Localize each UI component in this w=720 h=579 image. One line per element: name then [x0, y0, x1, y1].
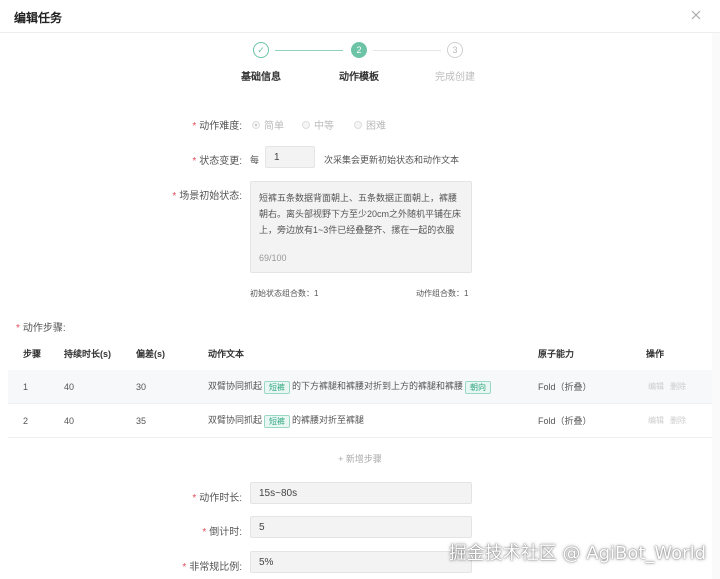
- state-change-label: * 状态变更:: [192, 156, 242, 167]
- col-duration: 持续时长(s): [64, 348, 111, 359]
- action-duration-label: * 动作时长:: [192, 493, 242, 504]
- initial-state-text: 短裤五条数据背面朝上、五条数据正面朝上，裤腰朝右。离头部视野下方至少20cm之外…: [259, 193, 462, 235]
- radio-easy[interactable]: 简单: [252, 117, 284, 132]
- object-tag[interactable]: 短裤: [264, 380, 291, 394]
- step-divider: [373, 50, 441, 51]
- state-change-prefix: 每: [250, 155, 260, 165]
- col-ability: 原子能力: [538, 348, 575, 359]
- action-duration-input[interactable]: 15s~80s: [250, 482, 472, 504]
- direction-tag[interactable]: 朝向: [465, 380, 492, 394]
- modal-header: 编辑任务: [0, 0, 720, 33]
- radio-hard[interactable]: 困难: [354, 117, 386, 132]
- row-deviation: 30: [136, 381, 147, 392]
- scrollbar[interactable]: [712, 33, 720, 579]
- add-step-button[interactable]: + 新增步骤: [8, 452, 712, 465]
- row-text: 双臂协同抓起 短裤 的裤腰对折至裤腿: [208, 414, 365, 428]
- row-duration: 40: [64, 415, 75, 426]
- table-row: 1 40 30 双臂协同抓起 短裤 的下方裤腿和裤腰对折到上方的裤腿和裤腰 朝向 Fo…: [8, 370, 712, 404]
- radio-medium[interactable]: 中等: [302, 117, 334, 132]
- initial-state-label: * 场景初始状态:: [172, 191, 242, 202]
- state-change-input[interactable]: 1: [265, 146, 315, 168]
- row-actions: 编辑 删除: [648, 415, 692, 426]
- modal-title: 编辑任务: [14, 11, 63, 25]
- abnormal-ratio-label: * 非常规比例:: [182, 562, 242, 573]
- delete-link[interactable]: 删除: [670, 416, 686, 425]
- row-step: 1: [23, 381, 29, 392]
- steps-indicator: ✓ 2 3 基础信息 动作模板 完成创建: [0, 42, 720, 83]
- countdown-label: * 倒计时:: [202, 527, 242, 538]
- delete-link[interactable]: 删除: [670, 382, 686, 391]
- state-change-suffix: 次采集会更新初始状态和动作文本: [324, 155, 460, 165]
- row-deviation: 35: [136, 415, 147, 426]
- row-text: 双臂协同抓起 短裤 的下方裤腿和裤腰对折到上方的裤腿和裤腰 朝向: [208, 379, 493, 394]
- step-3-circle: 3: [447, 42, 463, 58]
- col-text: 动作文本: [208, 348, 245, 359]
- initial-combo-count: 初始状态组合数：1: [250, 289, 319, 298]
- abnormal-ratio-select[interactable]: 5%: [250, 551, 472, 573]
- table-row: 2 40 35 双臂协同抓起 短裤 的裤腰对折至裤腿 Fold（折叠） 编辑 删除: [8, 404, 712, 438]
- step-1-label: 基础信息: [241, 72, 281, 83]
- countdown-input[interactable]: 5: [250, 516, 472, 538]
- watermark: 掘金技术社区 @ AgiBot_World: [448, 543, 706, 564]
- action-steps-table: 步骤 持续时长(s) 偏差(s) 动作文本 原子能力 操作 1 40 30 双臂…: [8, 342, 712, 465]
- action-combo-count: 动作组合数：1: [416, 289, 469, 298]
- step-2-circle: 2: [351, 42, 367, 58]
- row-ability: Fold（折叠）: [538, 416, 592, 426]
- difficulty-label: * 动作难度:: [192, 121, 242, 132]
- col-operation: 操作: [646, 348, 665, 359]
- edit-link[interactable]: 编辑: [648, 416, 664, 425]
- row-ability: Fold（折叠）: [538, 382, 592, 392]
- edit-link[interactable]: 编辑: [648, 382, 664, 391]
- col-step: 步骤: [23, 348, 42, 359]
- edit-task-modal: 编辑任务 ✓ 2 3 基础信息 动作模板 完成创建 * 动作难度: 简单 中等 困…: [0, 0, 720, 579]
- row-step: 2: [23, 415, 29, 426]
- col-deviation: 偏差(s): [136, 348, 165, 359]
- object-tag[interactable]: 短裤: [264, 414, 291, 428]
- step-3-label: 完成创建: [435, 72, 475, 83]
- row-actions: 编辑 删除: [648, 381, 692, 392]
- row-duration: 40: [64, 381, 75, 392]
- step-2-label: 动作模板: [339, 72, 379, 83]
- action-steps-label: * 动作步骤:: [16, 323, 66, 334]
- table-header: 步骤 持续时长(s) 偏差(s) 动作文本 原子能力 操作: [8, 342, 712, 364]
- step-divider: [275, 50, 343, 51]
- close-icon[interactable]: [690, 9, 702, 21]
- step-1-check-icon: ✓: [253, 42, 269, 58]
- char-counter: 69/100: [259, 253, 287, 263]
- initial-state-textarea[interactable]: 短裤五条数据背面朝上、五条数据正面朝上，裤腰朝右。离头部视野下方至少20cm之外…: [250, 181, 472, 273]
